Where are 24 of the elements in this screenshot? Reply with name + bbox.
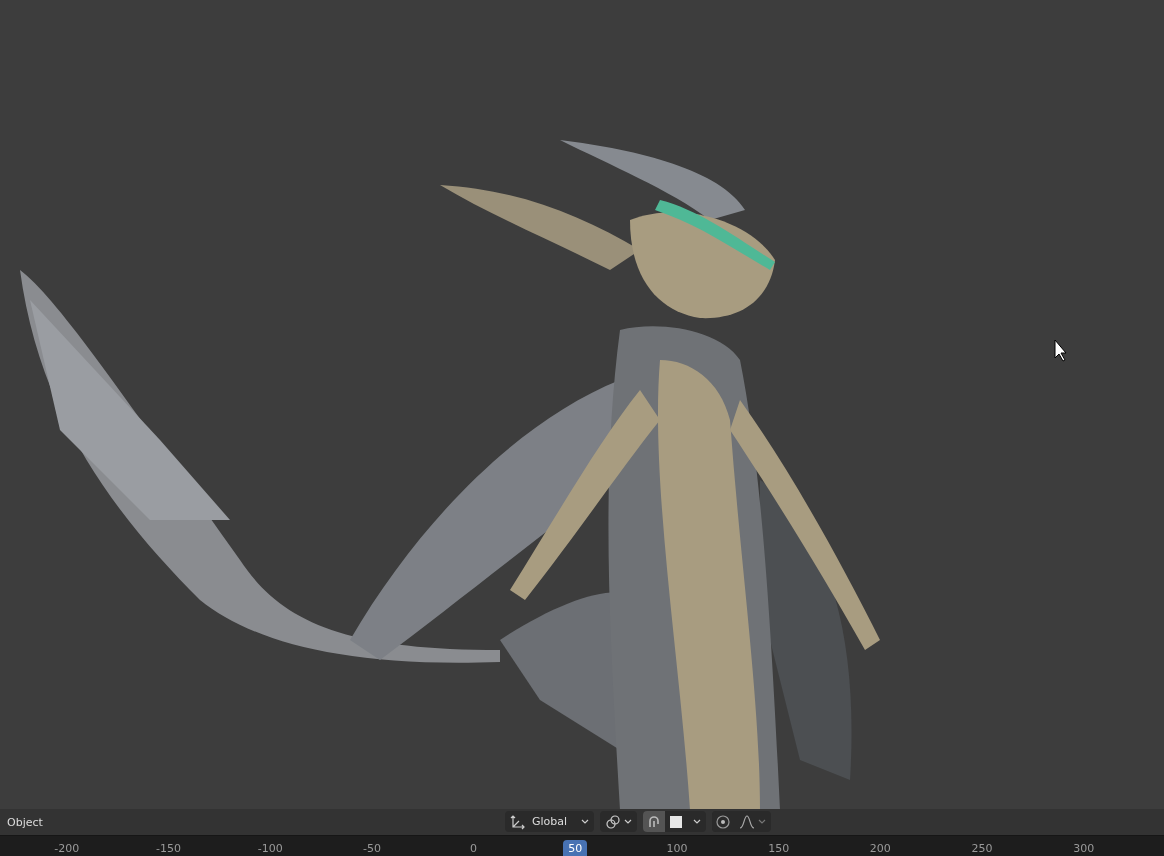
- caret-icon: [758, 818, 767, 825]
- caret-icon: [693, 818, 702, 825]
- frame-number: -100: [256, 841, 284, 856]
- frame-number: -150: [155, 841, 182, 856]
- axes-icon: [510, 813, 526, 830]
- square-icon: [670, 815, 683, 828]
- frame-number: 100: [665, 841, 689, 856]
- frame-number: -200: [53, 841, 81, 856]
- frame-number: 250: [970, 841, 994, 856]
- frame-number: 0: [469, 841, 479, 856]
- curve-icon: [739, 813, 756, 830]
- frame-number: 150: [767, 841, 791, 856]
- target-icon: [715, 813, 732, 830]
- caret-icon: [624, 818, 633, 825]
- snap-toggle[interactable]: [643, 811, 666, 833]
- transform-orientation-dropdown[interactable]: Global: [505, 811, 595, 833]
- frame-number: 200: [868, 841, 892, 856]
- frame-number: -50: [361, 841, 382, 856]
- mode-label: Object: [7, 815, 43, 829]
- current-frame-marker[interactable]: 50: [563, 840, 588, 856]
- frame-number: 300: [1072, 841, 1096, 856]
- link-icon: [605, 813, 622, 830]
- caret-icon: [581, 818, 590, 825]
- pivot-point-dropdown[interactable]: [600, 811, 638, 833]
